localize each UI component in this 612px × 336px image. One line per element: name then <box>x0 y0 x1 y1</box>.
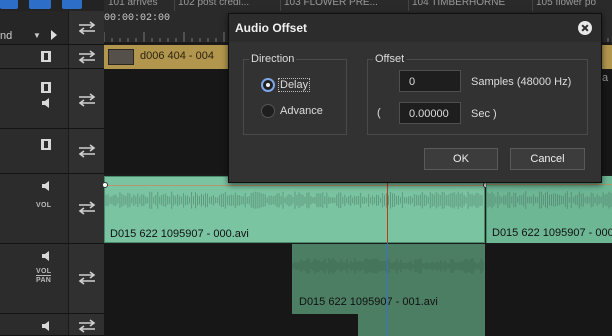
swap-cell <box>68 174 104 243</box>
audio-clip-000[interactable]: D015 622 1095907 - 000.avi <box>102 176 489 243</box>
timecode-display: 00:00:02:00 <box>104 13 171 24</box>
track-header-video-2 <box>0 69 104 129</box>
audio-offset-dialog: Audio Offset Direction Delay Advance Off… <box>228 13 602 183</box>
toolbar-button-2[interactable] <box>29 0 51 9</box>
dialog-titlebar[interactable]: Audio Offset <box>229 14 601 42</box>
track-header-audio-2: VOL PAN <box>0 244 104 314</box>
audio-clip-label: D015 622 1095907 - 001.avi <box>299 296 438 308</box>
film-icon[interactable] <box>41 82 51 93</box>
cancel-button[interactable]: Cancel <box>510 148 585 170</box>
audio-clip-001-lower[interactable] <box>358 314 485 336</box>
direction-group-label: Direction <box>249 53 297 65</box>
vol-label[interactable]: VOL <box>36 202 51 209</box>
clip-name[interactable]: 103 FLOWER PRE... <box>284 0 378 8</box>
track-controls: VOL PAN <box>0 244 67 313</box>
volume-line[interactable] <box>487 184 612 185</box>
delay-label[interactable]: Delay <box>277 78 311 92</box>
swap-cell <box>68 11 104 44</box>
playhead-cursor[interactable] <box>387 243 388 336</box>
close-icon[interactable] <box>578 21 592 35</box>
pan-label[interactable]: PAN <box>36 277 51 284</box>
samples-input[interactable]: 0 <box>399 70 461 92</box>
volume-line[interactable] <box>105 185 484 186</box>
separator <box>532 0 533 11</box>
film-icon[interactable] <box>41 139 51 150</box>
swap-tracks-icon[interactable] <box>77 201 97 215</box>
track-mode-dropdown[interactable]: nd ▼ <box>0 28 44 44</box>
separator <box>280 0 281 11</box>
film-icon[interactable] <box>41 51 51 62</box>
swap-cell <box>68 244 104 313</box>
track-header-video-3 <box>0 129 104 174</box>
vol-label[interactable]: VOL <box>36 268 52 276</box>
swap-tracks-icon[interactable] <box>77 50 97 64</box>
dialog-title: Audio Offset <box>235 21 307 35</box>
video-clip-label: d006 404 - 004 <box>140 50 215 62</box>
clip-name[interactable]: 105 flower po <box>536 0 596 8</box>
audio-clip-000-b[interactable]: D015 622 1095907 - 000.avi <box>486 176 612 243</box>
swap-cell <box>68 45 104 68</box>
track-header-audio-3 <box>0 314 104 336</box>
swap-tracks-icon[interactable] <box>77 93 97 107</box>
play-arrow-icon[interactable] <box>51 30 57 40</box>
track-mode-value: nd <box>0 30 13 42</box>
track-controls <box>0 69 67 128</box>
track-controls <box>0 45 67 68</box>
swap-tracks-icon[interactable] <box>77 271 97 285</box>
samples-unit-label: Samples (48000 Hz) <box>471 76 572 88</box>
clip-thumbnail <box>108 49 134 65</box>
advance-label[interactable]: Advance <box>280 105 323 117</box>
chevron-down-icon: ▼ <box>33 31 41 40</box>
track-header-video-1 <box>0 45 104 69</box>
audio-clip-label: D015 622 1095907 - 000.avi <box>110 228 249 240</box>
clip-name-strip: 101 arrives 102 post credi... 103 FLOWER… <box>104 0 612 11</box>
advance-radio[interactable] <box>261 104 275 118</box>
ok-button[interactable]: OK <box>424 148 498 170</box>
delay-radio[interactable] <box>261 78 275 92</box>
speaker-icon[interactable] <box>41 181 51 191</box>
swap-cell <box>68 314 104 335</box>
toolbar-button-3[interactable] <box>62 0 82 9</box>
track-controls <box>0 129 67 173</box>
track-controls <box>0 314 67 335</box>
track-controls: VOL <box>0 174 67 243</box>
separator <box>408 0 409 11</box>
direction-group <box>243 59 347 135</box>
track-header-audio-1: VOL <box>0 174 104 244</box>
audio-clip-label: D015 622 1095907 - 000.avi <box>492 227 612 239</box>
clip-name[interactable]: 102 post credi... <box>178 0 249 8</box>
seconds-input[interactable]: 0.00000 <box>399 102 461 124</box>
toolbar-button-1[interactable] <box>0 0 18 9</box>
seconds-unit-label: Sec ) <box>471 108 497 120</box>
swap-cell <box>68 69 104 128</box>
paren-open: ( <box>377 107 381 119</box>
speaker-icon[interactable] <box>41 98 51 108</box>
swap-tracks-icon[interactable] <box>77 319 97 333</box>
swap-tracks-icon[interactable] <box>77 144 97 158</box>
volume-handle-left[interactable] <box>102 182 108 188</box>
swap-tracks-icon[interactable] <box>77 21 97 35</box>
offset-group-label: Offset <box>373 53 407 65</box>
speaker-icon[interactable] <box>41 321 51 331</box>
clip-name[interactable]: 104 TIMBERHORNE <box>412 0 505 8</box>
separator <box>174 0 175 11</box>
speaker-icon[interactable] <box>41 251 51 261</box>
clip-label-peek: a <box>602 72 609 84</box>
clip-name[interactable]: 101 arrives <box>108 0 157 8</box>
swap-cell <box>68 129 104 173</box>
playhead-marker[interactable] <box>387 176 388 243</box>
audio-clip-001[interactable]: D015 622 1095907 - 001.avi <box>292 244 485 314</box>
